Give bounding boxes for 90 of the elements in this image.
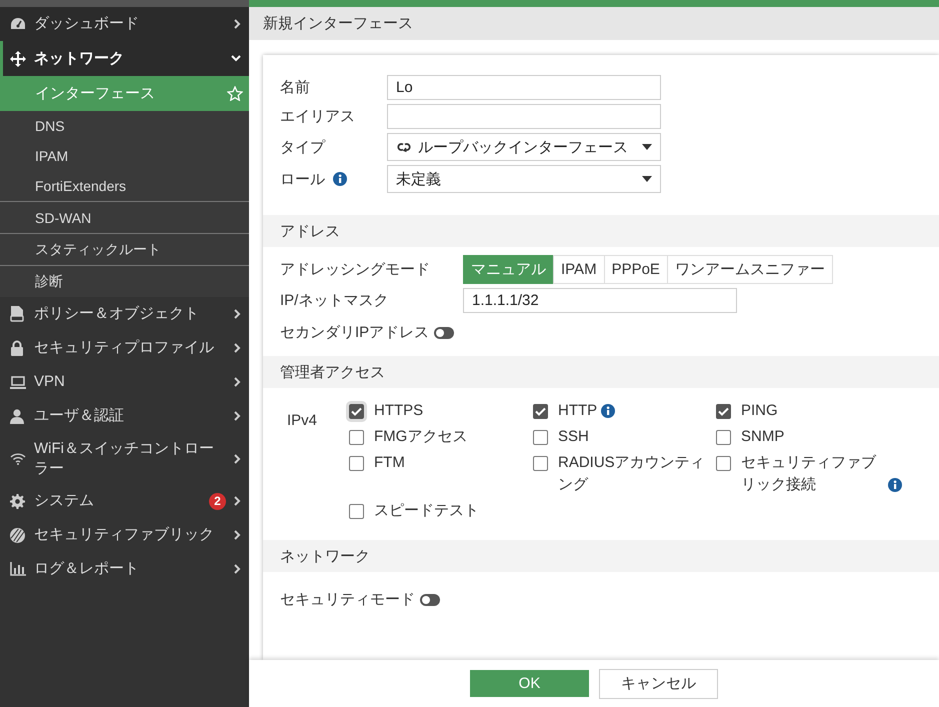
dropdown[interactable]: ループバックインターフェース	[387, 133, 661, 161]
option-label: FTM	[374, 453, 405, 473]
dropdown[interactable]: 未定義	[387, 165, 661, 193]
checkbox[interactable]	[533, 430, 548, 445]
toggle-switch[interactable]	[420, 594, 440, 606]
info-icon[interactable]	[333, 172, 347, 186]
notification-badge: 2	[209, 492, 226, 510]
section-title: アドレス	[280, 222, 340, 240]
chevron-right-icon	[234, 19, 241, 29]
mode-button[interactable]: IPAM	[553, 255, 605, 284]
option-label: HTTPS	[374, 401, 424, 421]
caret-icon	[642, 144, 652, 150]
checkbox[interactable]	[349, 456, 364, 471]
chevron-right-icon	[234, 377, 241, 387]
field-label: ロール	[280, 170, 325, 188]
nav-label: VPN	[34, 372, 66, 392]
chevron-right-icon	[234, 309, 241, 319]
nav-item[interactable]: ネットワーク	[0, 41, 249, 76]
ip-field[interactable]: 1.1.1.1/32	[463, 288, 737, 313]
option-label: セキュリティファブリック接続	[741, 453, 878, 495]
chevron-right-icon	[234, 411, 241, 421]
nav-subitem[interactable]: IPAM	[0, 141, 249, 171]
option-label: SNMP	[741, 427, 784, 447]
nav-label: WiFi＆スイッチコントローラー	[34, 439, 215, 478]
checkbox[interactable]	[349, 404, 364, 419]
checkbox[interactable]	[716, 404, 731, 419]
document-icon	[10, 306, 24, 322]
checkbox[interactable]	[349, 430, 364, 445]
mode-button[interactable]: PPPoE	[604, 255, 668, 284]
field-label: エイリアス	[280, 107, 355, 126]
gear-icon	[10, 494, 25, 508]
gauge-icon	[10, 17, 26, 31]
toggle-switch[interactable]	[434, 326, 454, 338]
loop-icon	[396, 141, 412, 153]
page-title: 新規インターフェース	[263, 14, 413, 33]
option-label: PING	[741, 401, 778, 421]
section-title: ネットワーク	[280, 546, 370, 566]
user-icon	[10, 408, 24, 424]
info-icon[interactable]	[601, 404, 616, 418]
option-label: FMGアクセス	[374, 427, 468, 447]
checkbox[interactable]	[533, 456, 548, 471]
info-icon[interactable]	[888, 478, 902, 492]
chevron-right-icon	[234, 530, 241, 540]
text-field[interactable]	[387, 104, 661, 129]
bar-chart-icon	[10, 562, 26, 576]
nav-label: ダッシュボード	[34, 14, 140, 34]
field-label: 名前	[280, 78, 310, 97]
cancel-button[interactable]: キャンセル	[599, 668, 718, 698]
field-label: セカンダリIPアドレス	[280, 323, 430, 342]
field-label: アドレッシングモード	[280, 260, 431, 279]
field-label: タイプ	[280, 138, 325, 156]
move-icon	[10, 50, 26, 66]
nav-subitem[interactable]: FortiExtenders	[0, 171, 249, 201]
nav-label: ネットワーク	[34, 48, 125, 69]
nav-label: ポリシー＆オブジェクト	[34, 304, 200, 324]
caret-icon	[642, 176, 652, 182]
lock-icon	[10, 340, 24, 356]
field-label: IP/ネットマスク	[280, 291, 390, 310]
option-label: HTTP	[558, 401, 598, 421]
field-label: IPv4	[287, 411, 318, 431]
nav-label: セキュリティプロファイル	[34, 338, 215, 358]
chevron-down-icon	[231, 55, 241, 62]
checkbox[interactable]	[716, 430, 731, 445]
checkbox[interactable]	[533, 404, 548, 419]
chevron-right-icon	[234, 454, 241, 464]
nav-subitem[interactable]: 診断	[0, 265, 249, 297]
option-label: スピードテスト	[374, 501, 479, 521]
nav-subitem[interactable]: DNS	[0, 111, 249, 141]
chevron-right-icon	[234, 564, 241, 574]
nav-label: ユーザ＆認証	[34, 406, 125, 426]
nav-label: システム	[34, 491, 95, 512]
chevron-right-icon	[234, 496, 241, 506]
nav-subitem[interactable]: SD-WAN	[0, 201, 249, 233]
striped-circle-icon	[10, 528, 25, 542]
star-icon[interactable]	[227, 86, 243, 101]
mode-button[interactable]: ワンアームスニファー	[666, 255, 833, 284]
wifi-icon	[10, 452, 26, 464]
checkbox[interactable]	[716, 456, 731, 471]
section-title: 管理者アクセス	[280, 362, 385, 382]
field-label: セキュリティモード	[280, 590, 415, 609]
checkbox[interactable]	[349, 504, 364, 519]
nav-item[interactable]: ダッシュボード	[0, 7, 249, 41]
option-label: SSH	[558, 427, 589, 447]
chevron-right-icon	[234, 343, 241, 353]
option-label: RADIUSアカウンティング	[558, 453, 706, 495]
nav-subitem[interactable]: スタティックルート	[0, 233, 249, 265]
laptop-icon	[10, 376, 26, 388]
nav-label: セキュリティファブリック	[34, 525, 215, 546]
text-field[interactable]: Lo	[387, 75, 661, 100]
nav-label: ログ＆レポート	[34, 559, 140, 580]
